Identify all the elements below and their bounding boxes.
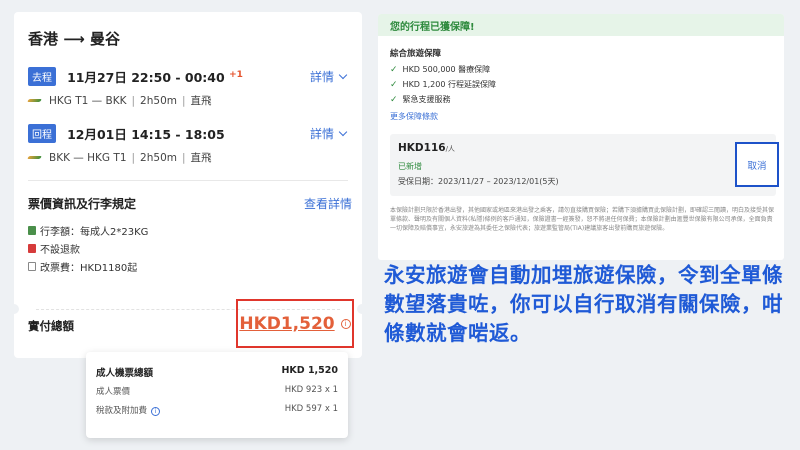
route-title: 香港 ⟶ 曼谷 xyxy=(28,30,120,48)
total-label: 實付總額 xyxy=(28,319,74,333)
added-status: 已新增 xyxy=(398,162,422,171)
info-icon[interactable]: i xyxy=(340,318,351,329)
chevron-down-icon xyxy=(338,127,348,137)
change-fee-icon xyxy=(28,262,36,271)
return-details-link[interactable]: 詳情 xyxy=(310,125,348,142)
insurance-header: 您的行程已獲保障! xyxy=(378,14,784,36)
ticket-notch-right xyxy=(357,304,367,314)
chevron-down-icon xyxy=(338,70,348,80)
insurance-title: 綜合旅遊保障 xyxy=(390,49,442,59)
insurance-price-box: HKD116/人 已新增 受保日期：2023/11/27 – 2023/12/0… xyxy=(390,134,776,196)
popup-row-tax: 稅款及附加費 i HKD 597 x 1 xyxy=(96,404,338,416)
check-icon: ✓ xyxy=(390,94,398,105)
ticket-notch-left xyxy=(9,304,19,314)
total-amount-highlight[interactable]: HKD1,520 i xyxy=(236,299,354,348)
check-icon: ✓ xyxy=(390,79,398,90)
cancel-label[interactable]: 取消 xyxy=(747,158,766,172)
outbound-tag: 去程 xyxy=(28,67,56,86)
popup-row-fare: 成人票價 HKD 923 x 1 xyxy=(96,385,338,397)
insurance-card: 您的行程已獲保障! 綜合旅遊保障 ✓ HKD 500,000 醫療保障 ✓ HKD … xyxy=(378,14,784,260)
outbound-segment: 去程 11月27日 22:50 - 00:40 +1 詳情 HKG T1 — B… xyxy=(28,66,354,108)
total-amount[interactable]: HKD1,520 xyxy=(239,314,334,334)
outbound-time: 11月27日 22:50 - 00:40 +1 xyxy=(67,69,243,85)
check-icon: ✓ xyxy=(390,64,398,75)
refund-rule: 不設退款 xyxy=(28,241,80,256)
info-icon[interactable]: i xyxy=(151,407,161,416)
return-segment: 回程 12月01日 14:15 - 18:05 詳情 BKK — HKG T1 … xyxy=(28,123,354,165)
annotation-caption: 永安旅遊會自動加埋旅遊保險，令到全單條數望落貴咗，你可以自行取消有關保險，咁條數… xyxy=(384,263,783,345)
coverage-dates: 受保日期：2023/11/27 – 2023/12/01(5天) xyxy=(398,177,559,186)
fare-rules-title: 票價資訊及行李規定 xyxy=(28,197,137,211)
insurance-item: ✓ 緊急支援服務 xyxy=(390,94,451,105)
price-breakdown-popup: 成人機票總額 HKD 1,520 成人票價 HKD 923 x 1 稅款及附加費 i … xyxy=(86,352,348,438)
change-fee-rule: 改票費：HKD1180起 xyxy=(28,259,137,274)
more-terms-link[interactable]: 更多保障條款 xyxy=(390,111,438,122)
next-day-badge: +1 xyxy=(229,69,243,80)
insurance-item: ✓ HKD 500,000 醫療保障 xyxy=(390,64,491,75)
return-time: 12月01日 14:15 - 18:05 xyxy=(67,127,225,142)
airline-logo-icon xyxy=(28,97,41,105)
view-details-link[interactable]: 查看詳情 xyxy=(304,195,352,212)
outbound-route: HKG T1 — BKK | 2h50m | 直飛 xyxy=(28,93,354,108)
luggage-icon xyxy=(28,226,36,235)
insurance-disclaimer: 本保險計劃只限於香港出發，其他國家或地區來港出發之乘客，請勿直接購買保險；若購下… xyxy=(390,207,775,232)
cancel-insurance-button[interactable]: 取消 xyxy=(735,142,779,187)
baggage-rule: 行李額：每成人2*23KG xyxy=(28,223,148,238)
outbound-details-link[interactable]: 詳情 xyxy=(310,68,348,85)
divider xyxy=(28,180,348,181)
popup-row-total: 成人機票總額 HKD 1,520 xyxy=(96,365,338,379)
no-refund-icon xyxy=(28,244,36,253)
return-route: BKK — HKG T1 | 2h50m | 直飛 xyxy=(28,150,354,165)
insurance-price: HKD116/人 xyxy=(398,142,455,154)
return-tag: 回程 xyxy=(28,124,56,143)
insurance-item: ✓ HKD 1,200 行程延誤保障 xyxy=(390,79,496,90)
airline-logo-icon xyxy=(28,154,41,162)
